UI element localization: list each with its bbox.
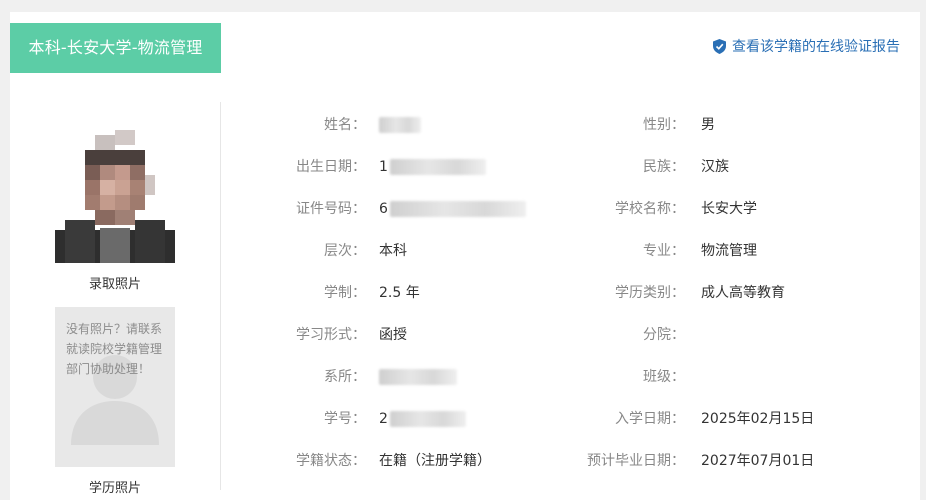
duration-value: 2.5 年 [379,285,420,301]
status-label: 学籍状态： [296,453,366,469]
name-label: 姓名： [324,117,366,133]
enrollment-date-value: 2025年02月15日 [701,411,815,427]
degree-category-value: 成人高等教育 [701,285,785,301]
verify-link-label: 查看该学籍的在线验证报告 [732,39,900,55]
ethnicity-label: 民族： [643,159,685,175]
level-value: 本科 [379,243,407,259]
gender-label: 性别： [643,117,685,133]
duration-label: 学制： [324,285,366,301]
record-title: 本科-长安大学-物流管理 [10,23,221,73]
major-label: 专业： [643,243,685,259]
school-name-label: 学校名称： [615,201,685,217]
column-divider [220,102,221,490]
education-photo-caption: 学历照片 [88,481,141,496]
name-value [379,115,421,135]
id-number-value: 6 [379,199,526,219]
class-label: 班级： [643,369,685,385]
shield-check-icon [713,38,726,54]
no-photo-message: 没有照片？请联系就读院校学籍管理部门协助处理！ [66,322,163,376]
graduation-date-label: 预计毕业日期： [587,453,685,469]
gender-value: 男 [701,117,715,133]
student-id-value: 2 [379,409,466,429]
department-value [379,367,457,387]
school-name-value: 长安大学 [701,201,757,217]
enrollment-date-label: 入学日期： [615,411,685,427]
birthdate-value: 1 [379,157,486,177]
major-value: 物流管理 [701,243,757,259]
department-label: 系所： [324,369,366,385]
student-id-label: 学号： [324,411,366,427]
branch-label: 分院： [643,327,685,343]
education-photo-placeholder: 没有照片？请联系就读院校学籍管理部门协助处理！ [55,307,175,467]
level-label: 层次： [324,243,366,259]
degree-category-label: 学历类别： [615,285,685,301]
graduation-date-value: 2027年07月01日 [701,453,815,469]
ethnicity-value: 汉族 [701,159,729,175]
study-form-value: 函授 [379,327,407,343]
student-record-card: 本科-长安大学-物流管理 查看该学籍的在线验证报告 录取照片 没有照片？请联系就… [10,12,920,500]
birthdate-label: 出生日期： [296,159,366,175]
admission-photo [55,120,175,263]
study-form-label: 学习形式： [296,327,366,343]
status-value: 在籍（注册学籍） [379,453,491,469]
verify-report-link[interactable]: 查看该学籍的在线验证报告 [713,36,900,56]
id-number-label: 证件号码： [296,201,366,217]
admission-photo-caption: 录取照片 [88,277,141,292]
